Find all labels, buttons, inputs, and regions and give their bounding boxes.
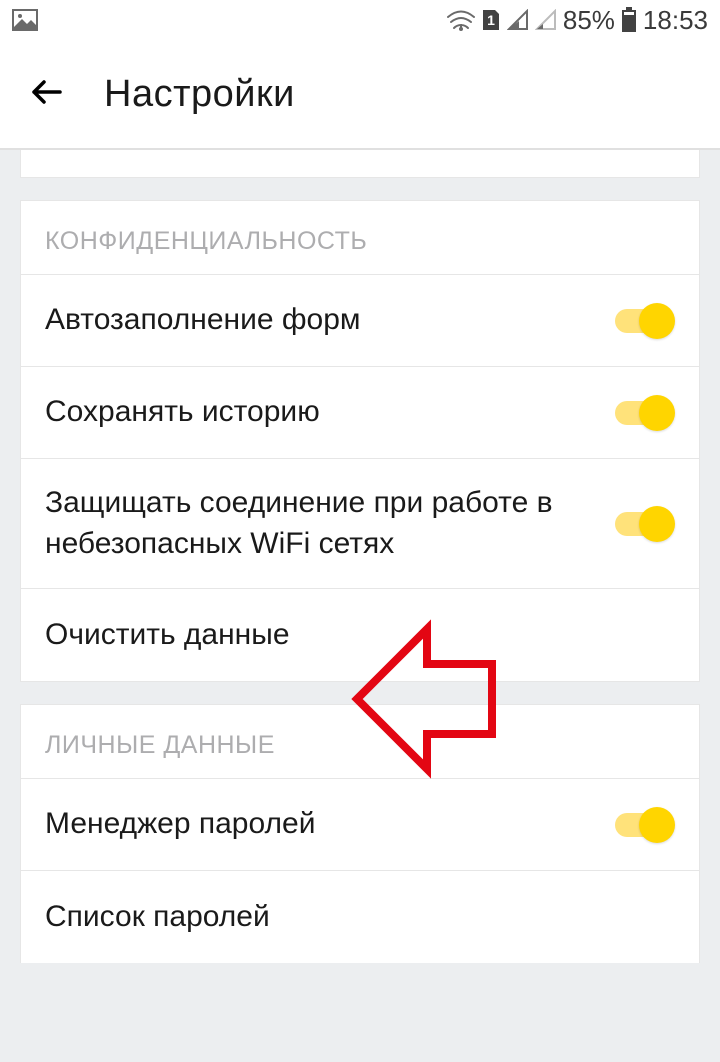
row-protect-wifi[interactable]: Защищать соединение при работе в небезоп… (21, 459, 699, 589)
personal-section: ЛИЧНЫЕ ДАННЫЕ Менеджер паролей Список па… (20, 704, 700, 963)
battery-percent: 85% (563, 5, 615, 36)
signal2-icon (535, 9, 557, 31)
wifi-icon (447, 9, 475, 31)
toggle-autofill[interactable] (611, 303, 675, 339)
section-header-personal: ЛИЧНЫЕ ДАННЫЕ (21, 705, 699, 779)
row-password-list[interactable]: Список паролей (21, 871, 699, 963)
card-fragment (20, 150, 700, 178)
toggle-password-manager[interactable] (611, 807, 675, 843)
row-label: Защищать соединение при работе в небезоп… (45, 483, 611, 564)
row-label: Менеджер паролей (45, 804, 611, 845)
row-label: Сохранять историю (45, 392, 611, 433)
row-label: Очистить данные (45, 615, 675, 656)
app-bar: Настройки (0, 40, 720, 150)
battery-icon (621, 7, 637, 33)
toggle-protect-wifi[interactable] (611, 506, 675, 542)
row-autofill[interactable]: Автозаполнение форм (21, 275, 699, 367)
toggle-save-history[interactable] (611, 395, 675, 431)
sim-icon: 1 (481, 8, 501, 32)
arrow-left-icon (28, 74, 64, 110)
page-title: Настройки (104, 73, 295, 116)
signal1-icon (507, 9, 529, 31)
status-bar: 1 85% 18:53 (0, 0, 720, 40)
row-password-manager[interactable]: Менеджер паролей (21, 779, 699, 871)
row-label: Список паролей (45, 897, 675, 938)
clock-time: 18:53 (643, 5, 708, 36)
svg-text:1: 1 (487, 12, 495, 28)
row-label: Автозаполнение форм (45, 300, 611, 341)
picture-icon (12, 9, 38, 31)
privacy-section: КОНФИДЕНЦИАЛЬНОСТЬ Автозаполнение форм С… (20, 200, 700, 682)
row-save-history[interactable]: Сохранять историю (21, 367, 699, 459)
section-header-privacy: КОНФИДЕНЦИАЛЬНОСТЬ (21, 201, 699, 275)
back-button[interactable] (28, 74, 64, 115)
row-clear-data[interactable]: Очистить данные (21, 589, 699, 681)
